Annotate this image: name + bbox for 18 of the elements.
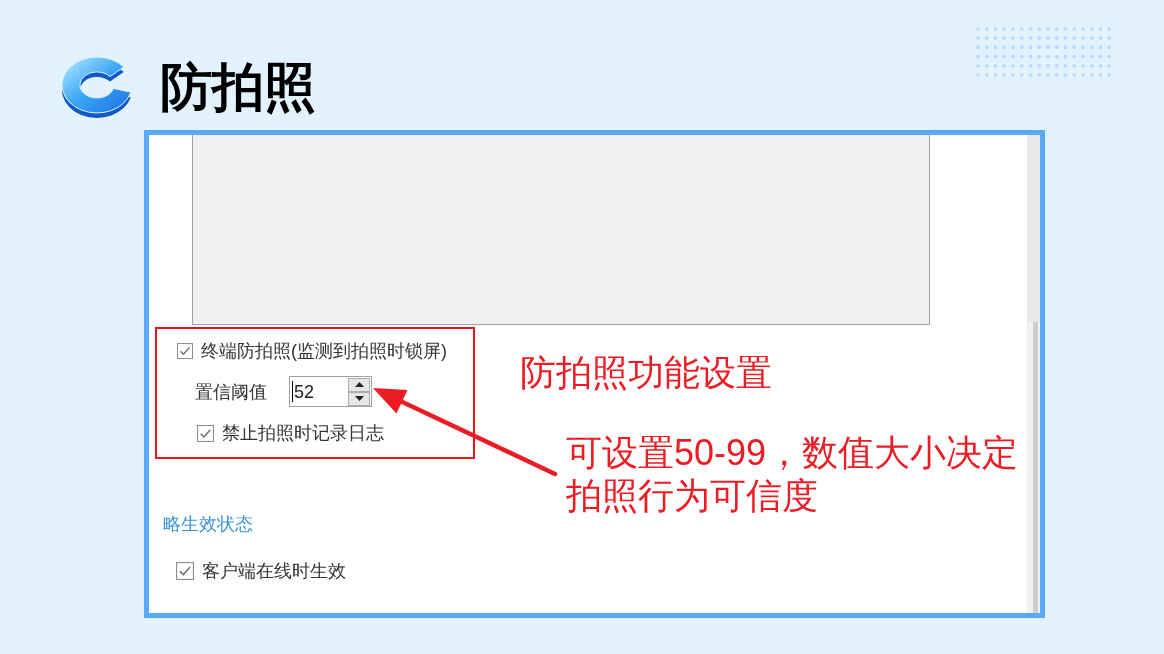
text-cursor bbox=[292, 381, 293, 402]
dot-grid-icon bbox=[976, 27, 1112, 77]
checkbox-label: 终端防拍照(监测到拍照时锁屏) bbox=[201, 341, 447, 361]
spin-up-button[interactable] bbox=[348, 377, 370, 392]
down-triangle-icon bbox=[354, 396, 364, 401]
section-title: 略生效状态 bbox=[163, 513, 253, 535]
scrollbar[interactable] bbox=[1027, 135, 1040, 613]
checkbox[interactable] bbox=[197, 424, 214, 442]
checkbox[interactable] bbox=[177, 343, 193, 359]
page-title: 防拍照 bbox=[160, 57, 316, 117]
threshold-label: 置信阈值 bbox=[195, 381, 267, 402]
annotation-text: 可设置50-99，数值大小决定拍照行为可信度 bbox=[566, 431, 1020, 517]
up-triangle-icon bbox=[354, 382, 364, 387]
checkbox-label: 禁止拍照时记录日志 bbox=[222, 423, 384, 443]
checkbox[interactable] bbox=[176, 562, 194, 580]
number-field[interactable]: 52 bbox=[289, 376, 372, 407]
annotation-text: 防拍照功能设置 bbox=[520, 351, 772, 394]
checkbox-label: 客户端在线时生效 bbox=[202, 561, 346, 581]
